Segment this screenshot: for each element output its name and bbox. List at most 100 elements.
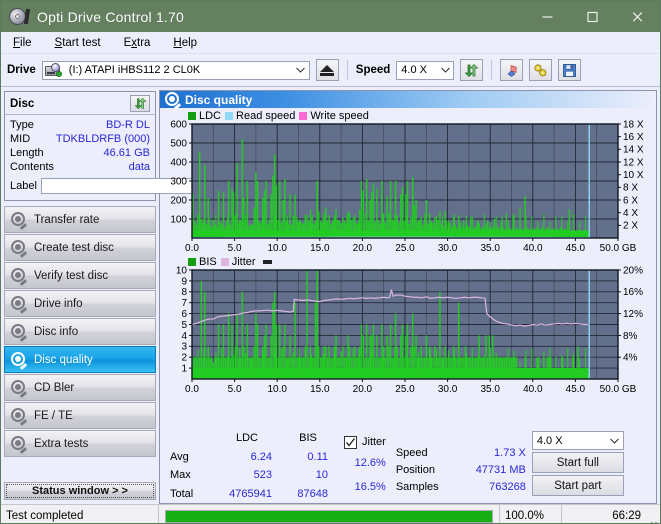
sidebar-item-verify-test-disc[interactable]: Verify test disc: [4, 262, 156, 289]
svg-text:10.0: 10.0: [267, 243, 287, 254]
sidebar-item-label: Drive info: [34, 297, 83, 310]
sidebar-item-cd-bler[interactable]: CD Bler: [4, 374, 156, 401]
svg-text:1: 1: [181, 364, 187, 375]
legend-read-speed: Read speed: [225, 110, 295, 122]
disc-refresh-button[interactable]: [130, 95, 150, 112]
test-actions: 4.0 X Start full Start part: [531, 431, 624, 503]
results-total-bis: 87648: [297, 487, 328, 500]
svg-text:25.0: 25.0: [395, 384, 415, 395]
start-part-button[interactable]: Start part: [531, 475, 624, 496]
menu-extra[interactable]: Extra: [121, 35, 154, 51]
svg-text:20.0: 20.0: [353, 384, 373, 395]
legend-bis: BIS: [188, 256, 217, 268]
jitter-avg: 12.6%: [354, 456, 386, 469]
menu-help[interactable]: Help: [170, 35, 200, 51]
menu-file[interactable]: File: [10, 35, 35, 51]
sidebar-item-extra-tests[interactable]: Extra tests: [4, 430, 156, 457]
status-window-button[interactable]: Status window > >: [4, 482, 156, 500]
sidebar-item-drive-info[interactable]: Drive info: [4, 290, 156, 317]
position-label: Position: [395, 464, 435, 476]
content-area: Disc quality LDC Read speed Write speed …: [159, 87, 660, 504]
samples-label: Samples: [395, 481, 439, 493]
close-icon[interactable]: [615, 1, 660, 32]
disc-value: data: [128, 161, 150, 173]
svg-text:600: 600: [170, 119, 187, 130]
results-row-label: Avg: [170, 450, 189, 463]
toolbar-divider: [491, 60, 493, 80]
panel-title: Disc quality: [185, 92, 253, 107]
tools-button[interactable]: [529, 59, 553, 81]
start-full-button[interactable]: Start full: [531, 452, 624, 473]
svg-text:45.0: 45.0: [566, 243, 586, 254]
svg-text:5.0: 5.0: [228, 243, 242, 254]
svg-text:50.0 GB: 50.0 GB: [600, 384, 637, 395]
disc-group-title: Disc: [10, 97, 35, 110]
charts-container: LDC Read speed Write speed 100 200 300 4…: [160, 108, 656, 429]
svg-text:20.0: 20.0: [353, 243, 373, 254]
results-row-label: Max: [170, 469, 191, 481]
resize-grip-icon[interactable]: [646, 505, 660, 523]
disc-value: BD-R DL: [105, 119, 150, 131]
elapsed-time: 66:29: [612, 510, 641, 522]
app-disc-icon: [9, 7, 31, 27]
legend-swatch-bis: [188, 258, 196, 266]
disc-info-group: Disc Type BD-R DL MID TDKBLDRFB (000) Le…: [4, 91, 248, 201]
legend-jitter: Jitter: [220, 256, 256, 268]
disc-label-row: Label: [10, 177, 248, 195]
speed-select-value: 4.0 X: [401, 64, 427, 76]
svg-text:12%: 12%: [623, 309, 643, 320]
chevron-down-icon: [293, 62, 309, 79]
sidebar-item-fe-te[interactable]: FE / TE: [4, 402, 156, 429]
svg-text:0.0: 0.0: [185, 384, 199, 395]
results-row-label: Total: [170, 487, 194, 500]
disc-row-mid: MID TDKBLDRFB (000): [10, 132, 150, 146]
drive-toolbar: Drive (I:) ATAPI iHBS112 2 CL0K Speed 4.…: [1, 54, 660, 87]
drive-select-value: (I:) ATAPI iHBS112 2 CL0K: [68, 64, 201, 76]
disc-key: Contents: [10, 161, 55, 173]
sidebar-item-disc-quality[interactable]: Disc quality: [4, 346, 156, 373]
svg-text:500: 500: [170, 138, 187, 149]
disc-test-icon: [11, 408, 28, 426]
optical-drive-icon: [44, 62, 62, 78]
progress-track: [165, 509, 493, 523]
svg-text:100: 100: [170, 214, 187, 225]
disc-test-icon: [11, 296, 28, 314]
eject-button[interactable]: [315, 59, 339, 81]
svg-text:7: 7: [181, 298, 187, 309]
disc-value: TDKBLDRFB (000): [55, 133, 150, 145]
ldc-legend: LDC Read speed Write speed: [188, 110, 369, 122]
svg-text:12 X: 12 X: [623, 157, 644, 168]
jitter-header: Jitter: [344, 431, 386, 454]
minimize-icon[interactable]: [525, 1, 570, 32]
sidebar-item-label: FE / TE: [34, 409, 73, 422]
disc-test-icon: [11, 268, 28, 286]
svg-text:2 X: 2 X: [623, 221, 638, 232]
speed-select[interactable]: 4.0 X: [396, 60, 455, 80]
menu-start-test[interactable]: Start test: [52, 35, 104, 51]
refresh-button[interactable]: [460, 59, 484, 81]
maximize-icon[interactable]: [570, 1, 615, 32]
sidebar-item-disc-info[interactable]: Disc info: [4, 318, 156, 345]
save-button[interactable]: [558, 59, 582, 81]
svg-text:3: 3: [181, 342, 187, 353]
svg-text:8: 8: [181, 287, 187, 298]
jitter-checkbox[interactable]: [344, 435, 357, 449]
disc-label-key: Label: [10, 180, 37, 192]
sidebar-item-transfer-rate[interactable]: Transfer rate: [4, 206, 156, 233]
drive-select[interactable]: (I:) ATAPI iHBS112 2 CL0K: [41, 60, 310, 80]
svg-text:8%: 8%: [623, 331, 638, 342]
eraser-button[interactable]: [500, 59, 524, 81]
sidebar-item-label: Verify test disc: [34, 269, 109, 282]
speed-result-value: 1.73 X: [494, 447, 526, 459]
ldc-chart: LDC Read speed Write speed 100 200 300 4…: [162, 110, 654, 255]
disc-row-contents: Contents data: [10, 160, 150, 174]
disc-test-icon: [165, 92, 182, 110]
sidebar-item-create-test-disc[interactable]: Create test disc: [4, 234, 156, 261]
panel-header: Disc quality: [160, 91, 656, 110]
disc-test-icon: [11, 324, 28, 342]
toolbar-divider: [346, 60, 348, 80]
svg-text:4 X: 4 X: [623, 208, 638, 219]
test-speed-select[interactable]: 4.0 X: [531, 431, 624, 450]
svg-text:30.0: 30.0: [438, 243, 458, 254]
sidebar-item-label: Disc quality: [34, 353, 93, 366]
